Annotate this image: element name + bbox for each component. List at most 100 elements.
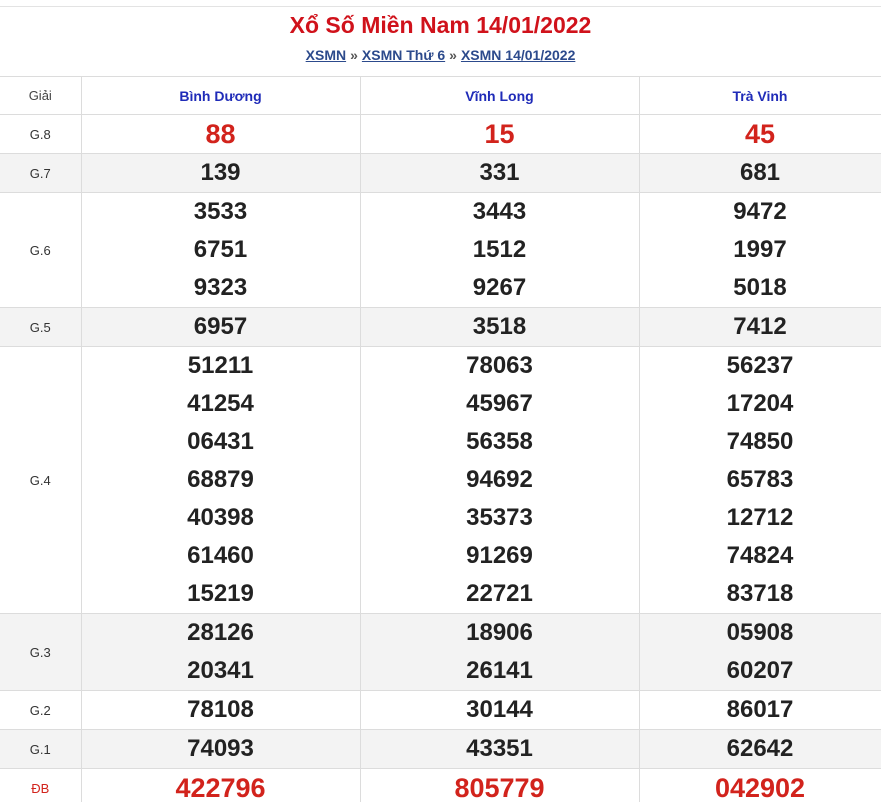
prize-label: G.8 (0, 114, 82, 154)
result-number: 422796 (175, 773, 266, 802)
result-number: 88 (205, 119, 236, 149)
result-number: 805779 (454, 773, 545, 802)
prize-label: G.2 (0, 690, 82, 730)
result-cell-b-nh-d-ng: 51211 41254 06431 68879 40398 61460 15219 (80, 346, 361, 614)
result-number: 78063 (466, 352, 533, 379)
result-cell-v-nh-long: 3518 (359, 307, 640, 347)
result-cell-b-nh-d-ng: 6957 (80, 307, 361, 347)
result-cell-v-nh-long: 15 (359, 114, 640, 154)
result-number: 51211 (187, 352, 254, 379)
result-number: 86017 (726, 696, 794, 723)
table-header-row: Giải Bình Dương Vĩnh Long Trà Vinh (0, 76, 881, 115)
result-number: 45 (744, 119, 776, 149)
result-number: 12712 (726, 504, 794, 531)
result-number: 45967 (466, 390, 533, 417)
prize-label: G.3 (0, 613, 82, 691)
table-row: G.7 139 331 681 (0, 153, 881, 193)
prize-label: G.4 (0, 346, 82, 614)
province-header-binh-duong[interactable]: Bình Dương (80, 76, 361, 115)
table-row: G.8 88 15 45 (0, 114, 881, 154)
result-number: 22721 (466, 580, 533, 607)
result-cell-v-nh-long: 78063 45967 56358 94692 35373 91269 22721 (359, 346, 640, 614)
result-number: 30144 (466, 696, 533, 723)
breadcrumb: XSMN» XSMN Thứ 6» XSMN 14/01/2022 (0, 45, 881, 65)
result-cell-v-nh-long: 805779 (359, 768, 640, 802)
result-cell-tr-vinh: 9472 1997 5018 (638, 192, 881, 308)
result-number: 94692 (466, 466, 533, 493)
result-number: 9323 (193, 274, 248, 301)
prize-column-header: Giải (0, 76, 82, 115)
result-number: 17204 (726, 390, 794, 417)
province-header-tra-vinh[interactable]: Trà Vinh (638, 76, 881, 115)
result-cell-b-nh-d-ng: 28126 20341 (80, 613, 361, 691)
result-number: 3533 (193, 198, 248, 225)
result-cell-tr-vinh: 56237 17204 74850 65783 12712 74824 83718 (638, 346, 881, 614)
result-number: 6957 (193, 313, 248, 340)
result-number: 3518 (472, 313, 527, 340)
table-row: G.3 28126 20341 18906 26141 05908 60207 (0, 613, 881, 691)
result-cell-v-nh-long: 43351 (359, 729, 640, 769)
prize-label: G.7 (0, 153, 82, 193)
result-number: 40398 (187, 504, 254, 531)
result-cell-tr-vinh: 86017 (638, 690, 881, 730)
result-cell-b-nh-d-ng: 139 (80, 153, 361, 193)
result-cell-b-nh-d-ng: 78108 (80, 690, 361, 730)
result-number: 5018 (733, 274, 787, 301)
result-number: 15 (484, 119, 515, 149)
breadcrumb-separator: » (449, 47, 457, 63)
breadcrumb-link-xsmn-thu-6[interactable]: XSMN Thứ 6 (362, 47, 445, 63)
result-cell-tr-vinh: 7412 (638, 307, 881, 347)
result-number: 74824 (726, 542, 794, 569)
breadcrumb-link-xsmn[interactable]: XSMN (306, 47, 346, 63)
result-number: 1997 (733, 236, 787, 263)
result-number: 83718 (726, 580, 794, 607)
result-cell-b-nh-d-ng: 422796 (80, 768, 361, 802)
result-number: 7412 (733, 313, 787, 340)
result-number: 20341 (187, 657, 254, 684)
result-cell-v-nh-long: 30144 (359, 690, 640, 730)
result-number: 91269 (466, 542, 533, 569)
table-row: G.1 74093 43351 62642 (0, 729, 881, 769)
result-cell-v-nh-long: 3443 1512 9267 (359, 192, 640, 308)
table-row: G.2 78108 30144 86017 (0, 690, 881, 730)
result-number: 74093 (187, 735, 254, 762)
result-number: 74850 (726, 428, 794, 455)
result-cell-tr-vinh: 62642 (638, 729, 881, 769)
result-cell-tr-vinh: 681 (638, 153, 881, 193)
result-cell-b-nh-d-ng: 88 (80, 114, 361, 154)
table-row: ĐB 422796 805779 042902 (0, 768, 881, 802)
result-cell-tr-vinh: 042902 (638, 768, 881, 802)
result-number: 6751 (193, 236, 248, 263)
page-title: Xổ Số Miền Nam 14/01/2022 (289, 12, 592, 38)
result-number: 28126 (187, 619, 254, 646)
result-number: 78108 (187, 696, 254, 723)
result-cell-tr-vinh: 45 (638, 114, 881, 154)
result-number: 68879 (187, 466, 254, 493)
result-number: 3443 (472, 198, 527, 225)
result-number: 681 (739, 159, 781, 186)
result-number: 331 (479, 159, 520, 186)
result-number: 042902 (714, 773, 806, 802)
result-number: 18906 (466, 619, 533, 646)
breadcrumb-separator: » (350, 47, 358, 63)
result-number: 56237 (726, 352, 794, 379)
prize-label: G.6 (0, 192, 82, 308)
result-cell-tr-vinh: 05908 60207 (638, 613, 881, 691)
result-number: 05908 (726, 619, 794, 646)
province-header-vinh-long[interactable]: Vĩnh Long (359, 76, 640, 115)
result-cell-b-nh-d-ng: 74093 (80, 729, 361, 769)
results-table: Giải Bình Dương Vĩnh Long Trà Vinh G.8 88… (0, 76, 881, 802)
table-row: G.6 3533 6751 9323 3443 1512 9267 9472 1997 5018 (0, 192, 881, 308)
result-number: 62642 (726, 735, 794, 762)
top-divider (0, 6, 881, 7)
result-number: 26141 (466, 657, 533, 684)
prize-label: G.1 (0, 729, 82, 769)
result-number: 15219 (187, 580, 254, 607)
result-number: 56358 (466, 428, 533, 455)
result-number: 65783 (726, 466, 794, 493)
table-row: G.4 51211 41254 06431 68879 40398 61460 15219 78… (0, 346, 881, 614)
table-row: G.5 6957 3518 7412 (0, 307, 881, 347)
breadcrumb-link-xsmn-date[interactable]: XSMN 14/01/2022 (461, 47, 575, 63)
result-number: 35373 (466, 504, 533, 531)
result-number: 1512 (472, 236, 527, 263)
